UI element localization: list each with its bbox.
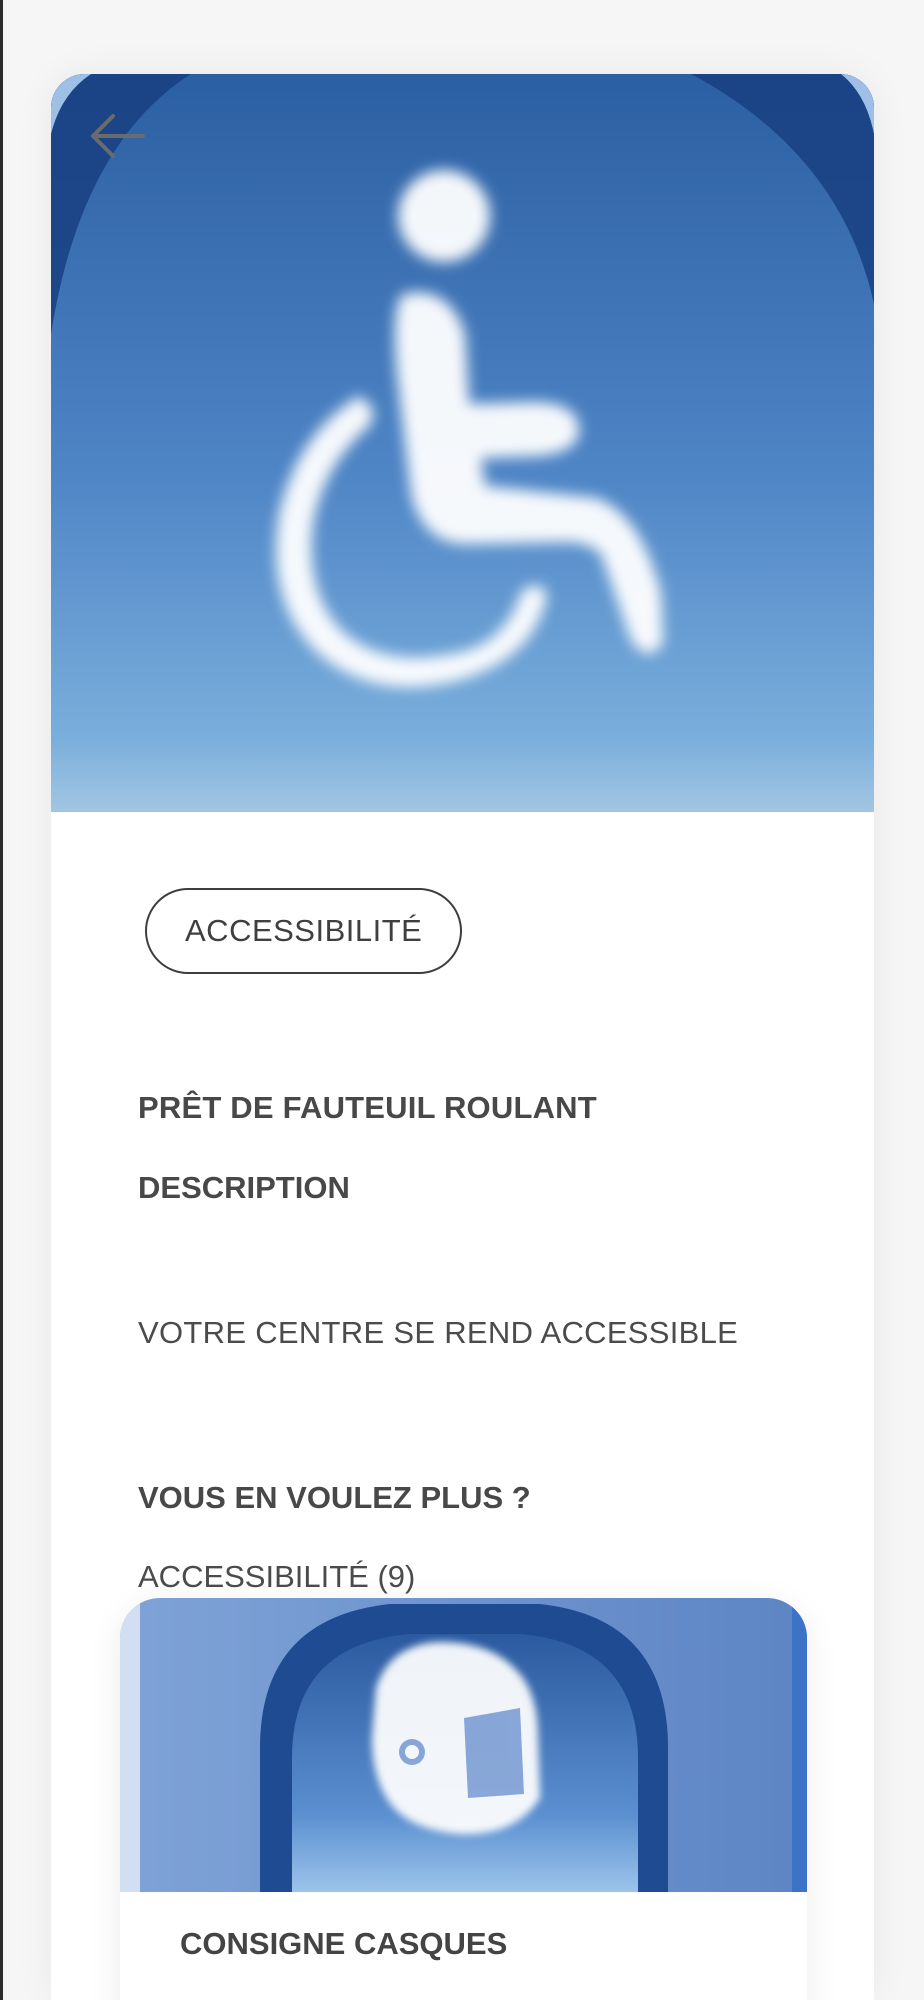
related-item-image [120,1598,807,1892]
category-tag[interactable]: ACCESSIBILITÉ [145,888,463,974]
detail-card: ACCESSIBILITÉ PRÊT DE FAUTEUIL ROULANT D… [51,74,874,2000]
more-heading: VOUS EN VOULEZ PLUS ? [138,1480,531,1515]
category-count-link[interactable]: ACCESSIBILITÉ (9) [138,1559,415,1595]
hero-image [51,74,874,812]
category-tag-label: ACCESSIBILITÉ [185,913,423,948]
related-item-title: CONSIGNE CASQUES [180,1926,508,1961]
window-left-edge [0,0,3,2000]
arrow-left-icon [91,114,145,158]
back-button[interactable] [85,104,149,168]
item-title: PRÊT DE FAUTEUIL ROULANT [138,1090,597,1125]
description-text: VOTRE CENTRE SE REND ACCESSIBLE [138,1315,739,1350]
description-heading: DESCRIPTION [138,1170,350,1205]
related-item-card[interactable]: CONSIGNE CASQUES [120,1598,807,2000]
